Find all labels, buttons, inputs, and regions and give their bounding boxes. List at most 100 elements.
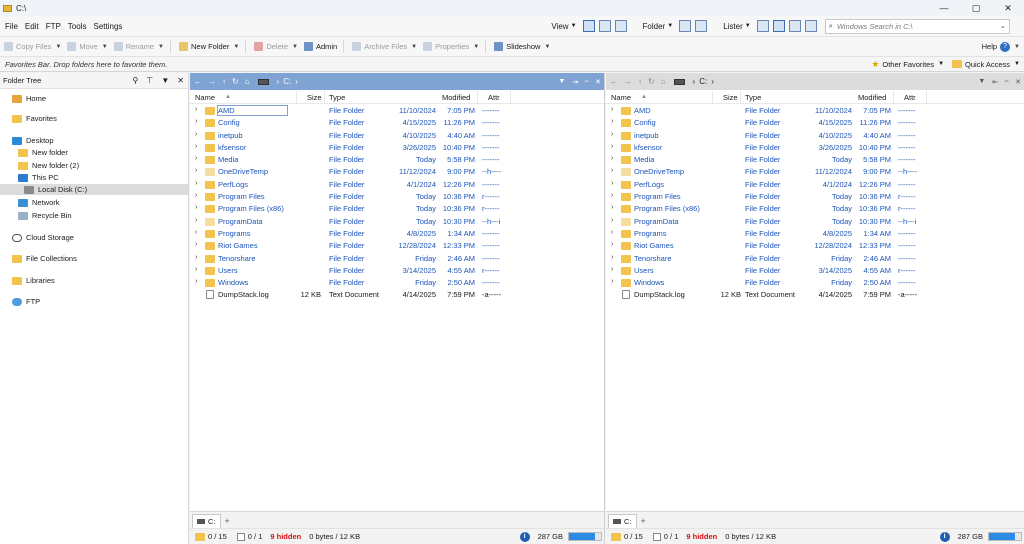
folder-row[interactable]: › Media File Folder Today 5:58 PM ------- <box>606 154 1024 166</box>
archive-dropdown-icon[interactable]: ▼ <box>411 44 417 50</box>
hidden-count-badge[interactable]: 9 hidden <box>686 532 717 541</box>
new-tab-button[interactable]: + <box>225 516 230 526</box>
expand-chevron-icon[interactable]: › <box>611 254 613 261</box>
file-row[interactable]: DumpStack.log 12 KB Text Document 4/14/2025… <box>606 289 1024 301</box>
tree-node-new-folder[interactable]: New folder <box>18 147 68 158</box>
swap-pane-icon[interactable]: ⇔ <box>583 78 590 85</box>
info-icon[interactable]: i <box>519 531 530 542</box>
folder-row[interactable]: › Programs File Folder 4/8/2025 1:34 AM -----… <box>606 228 1024 240</box>
expand-chevron-icon[interactable]: › <box>195 278 197 285</box>
tree-pin-icon[interactable]: ⊤ <box>146 76 153 85</box>
path-dropdown-icon[interactable]: ▼ <box>558 78 565 85</box>
expand-chevron-icon[interactable]: › <box>195 131 197 138</box>
folder-row[interactable]: › Riot Games File Folder 12/28/2024 12:33 PM… <box>190 240 604 252</box>
minimize-button[interactable]: — <box>928 0 960 16</box>
expand-chevron-icon[interactable]: › <box>195 106 197 113</box>
forward-arrow-icon[interactable]: → <box>208 77 216 86</box>
column-attr[interactable]: Attr <box>904 93 916 102</box>
expand-chevron-icon[interactable]: › <box>195 254 197 261</box>
home-nav-icon[interactable]: ⌂ <box>245 77 250 86</box>
folder-row[interactable]: › AMD File Folder 11/10/2024 7:05 PM ------- <box>606 105 1024 117</box>
tree-node-favorites[interactable]: Favorites <box>12 113 57 124</box>
expand-chevron-icon[interactable]: › <box>195 167 197 174</box>
expand-chevron-icon[interactable]: › <box>195 266 197 273</box>
new-folder-dropdown-icon[interactable]: ▼ <box>233 44 239 50</box>
lister-menu-button[interactable]: Lister <box>723 22 743 31</box>
up-arrow-icon[interactable]: ↑ <box>222 77 226 86</box>
folder-row[interactable]: › Config File Folder 4/15/2025 11:26 PM -----… <box>606 117 1024 129</box>
expand-chevron-icon[interactable]: › <box>611 131 613 138</box>
column-type[interactable]: Type <box>329 93 345 102</box>
close-pane-icon[interactable]: ✕ <box>595 78 601 86</box>
rename-button[interactable]: Rename ▼ <box>113 42 164 51</box>
folder-tree-toggle-icon[interactable] <box>695 20 708 32</box>
folder-row[interactable]: › OneDriveTemp File Folder 11/12/2024 9:00 P… <box>606 166 1024 178</box>
help-button[interactable]: Help ? ▼ <box>982 41 1020 52</box>
folder-row[interactable]: › PerfLogs File Folder 4/1/2024 12:26 PM ----… <box>190 179 604 191</box>
new-tab-button[interactable]: + <box>641 516 646 526</box>
expand-chevron-icon[interactable]: › <box>195 204 197 211</box>
view-thumbnails-icon[interactable] <box>614 20 627 32</box>
folder-row[interactable]: › PerfLogs File Folder 4/1/2024 12:26 PM ----… <box>606 179 1024 191</box>
copy-files-button[interactable]: Copy Files ▼ <box>4 42 61 51</box>
path-dropdown-icon[interactable]: ▼ <box>978 78 985 85</box>
tree-node-local-disk[interactable]: Local Disk (C:) <box>0 184 188 195</box>
tree-node-home[interactable]: Home <box>12 93 46 104</box>
hidden-count-badge[interactable]: 9 hidden <box>270 532 301 541</box>
admin-button[interactable]: Admin <box>303 42 337 51</box>
expand-chevron-icon[interactable]: › <box>611 192 613 199</box>
breadcrumb[interactable]: › C: › <box>673 77 718 86</box>
folder-row[interactable]: › Program Files File Folder Today 10:36 PM r-… <box>606 191 1024 203</box>
folder-row[interactable]: › Windows File Folder Friday 2:50 AM ------- <box>190 277 604 289</box>
folder-row[interactable]: › Program Files File Folder Today 10:36 PM r-… <box>190 191 604 203</box>
folder-row[interactable]: › Windows File Folder Friday 2:50 AM ------- <box>606 277 1024 289</box>
forward-arrow-icon[interactable]: → <box>624 77 632 86</box>
expand-chevron-icon[interactable]: › <box>611 229 613 236</box>
folder-row[interactable]: › Program Files (x86) File Folder Today 10:3… <box>190 203 604 215</box>
copy-dropdown-icon[interactable]: ▼ <box>55 44 61 50</box>
column-modified[interactable]: Modified <box>858 93 886 102</box>
folder-row[interactable]: › inetpub File Folder 4/10/2025 4:40 AM -----… <box>190 130 604 142</box>
folder-row[interactable]: › kfsensor File Folder 3/26/2025 10:40 PM ---… <box>190 142 604 154</box>
expand-chevron-icon[interactable]: › <box>611 266 613 273</box>
folder-row[interactable]: › Riot Games File Folder 12/28/2024 12:33 PM… <box>606 240 1024 252</box>
archive-files-button[interactable]: Archive Files ▼ <box>352 42 417 51</box>
column-attr[interactable]: Attr <box>488 93 500 102</box>
delete-button[interactable]: Delete ▼ <box>254 42 298 51</box>
slideshow-button[interactable]: Slideshow ▼ <box>494 42 550 51</box>
tab-c-drive[interactable]: C: <box>192 514 221 528</box>
view-menu-button[interactable]: View <box>551 22 568 31</box>
breadcrumb-drive[interactable]: C: <box>283 77 291 86</box>
help-dropdown-icon[interactable]: ▼ <box>1014 44 1020 50</box>
folder-row[interactable]: › Config File Folder 4/15/2025 11:26 PM -----… <box>190 117 604 129</box>
move-dropdown-icon[interactable]: ▼ <box>102 44 108 50</box>
tree-node-ftp[interactable]: FTP <box>12 296 40 307</box>
folder-row[interactable]: › AMD File Folder 11/10/2024 7:05 PM ------- <box>190 105 604 117</box>
expand-chevron-icon[interactable]: › <box>611 155 613 162</box>
folder-row[interactable]: › Media File Folder Today 5:58 PM ------- <box>190 154 604 166</box>
folder-row[interactable]: › Program Files (x86) File Folder Today 10:3… <box>606 203 1024 215</box>
breadcrumb-drive[interactable]: C: <box>699 77 707 86</box>
search-input[interactable]: ⌕ Windows Search in C:\ ⌄ <box>824 18 1010 34</box>
expand-chevron-icon[interactable]: › <box>611 143 613 150</box>
folder-row[interactable]: › kfsensor File Folder 3/26/2025 10:40 PM ---… <box>606 142 1024 154</box>
expand-chevron-icon[interactable]: › <box>611 278 613 285</box>
expand-chevron-icon[interactable]: › <box>611 217 613 224</box>
lister-new-icon[interactable] <box>804 20 817 32</box>
expand-chevron-icon[interactable]: › <box>195 241 197 248</box>
slideshow-dropdown-icon[interactable]: ▼ <box>544 44 550 50</box>
tree-node-libraries[interactable]: Libraries <box>12 275 55 286</box>
folder-layout-icon[interactable] <box>679 20 692 32</box>
expand-chevron-icon[interactable]: › <box>195 143 197 150</box>
folder-row[interactable]: › ProgramData File Folder Today 10:30 PM --h-… <box>190 216 604 228</box>
up-arrow-icon[interactable]: ↑ <box>638 77 642 86</box>
info-icon[interactable]: i <box>939 531 950 542</box>
folder-menu-button[interactable]: Folder <box>643 22 666 31</box>
folder-row[interactable]: › OneDriveTemp File Folder 11/12/2024 9:00 P… <box>190 166 604 178</box>
rename-dropdown-icon[interactable]: ▼ <box>158 44 164 50</box>
close-window-button[interactable]: ✕ <box>992 0 1024 16</box>
expand-chevron-icon[interactable]: › <box>611 106 613 113</box>
close-pane-icon[interactable]: ✕ <box>1015 78 1021 86</box>
tree-node-file-collections[interactable]: File Collections <box>12 253 77 264</box>
new-folder-button[interactable]: New Folder ▼ <box>179 42 239 51</box>
